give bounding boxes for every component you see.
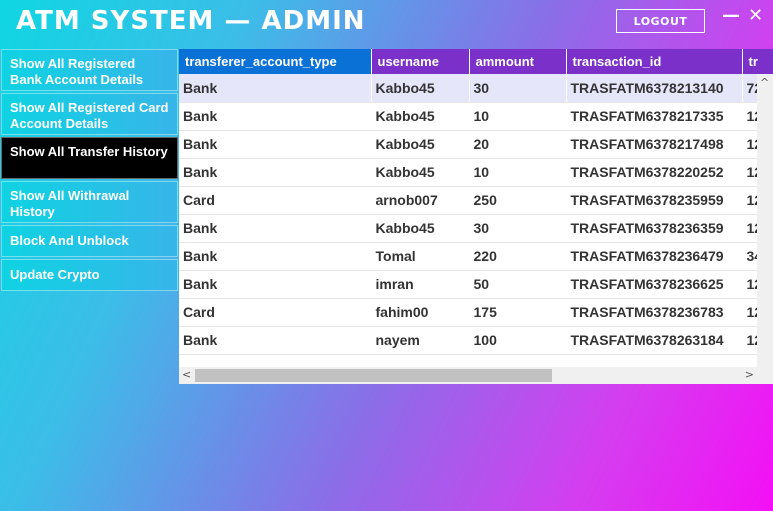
cell-transaction-id[interactable]: TRASFATM6378236359 (566, 214, 743, 243)
cell-transaction-id[interactable]: TRASFATM6378236625 (566, 270, 743, 299)
col-header-more[interactable]: tr (742, 49, 773, 74)
cell-account-type[interactable]: Bank (179, 326, 372, 355)
table-row[interactable]: Bank nayem 100 TRASFATM6378263184 12 (179, 326, 773, 355)
header-row: transferer_account_type username ammount… (179, 49, 773, 74)
cell-amount[interactable]: 100 (469, 326, 567, 355)
sidebar-nav: Show All Registered Bank Account Details… (1, 49, 178, 293)
scroll-corner (757, 367, 773, 384)
horizontal-scrollbar[interactable]: < > (179, 367, 757, 384)
scroll-left-icon[interactable]: < (182, 368, 191, 381)
table-row[interactable]: Card arnob007 250 TRASFATM6378235959 12 (179, 186, 773, 215)
cell-transaction-id[interactable]: TRASFATM6378213140 (566, 74, 743, 103)
cell-transaction-id[interactable]: TRASFATM6378263184 (566, 326, 743, 355)
cell-amount[interactable]: 10 (469, 158, 567, 187)
col-header-username[interactable]: username (371, 49, 470, 74)
cell-amount[interactable]: 30 (469, 214, 567, 243)
app-title: ATM SYSTEM — ADMIN (16, 6, 366, 36)
scroll-up-icon[interactable]: ^ (760, 76, 769, 89)
transfer-table: transferer_account_type username ammount… (179, 49, 773, 355)
cell-transaction-id[interactable]: TRASFATM6378220252 (566, 158, 743, 187)
vertical-scrollbar[interactable]: ^ v (757, 74, 773, 384)
table-row[interactable]: Bank Kabbo45 30 TRASFATM6378236359 12 (179, 214, 773, 243)
nav-card-accounts[interactable]: Show All Registered Card Account Details (1, 93, 178, 135)
nav-withdrawal-history[interactable]: Show All Withrawal History (1, 181, 178, 223)
cell-account-type[interactable]: Bank (179, 74, 372, 103)
table-row[interactable]: Bank Tomal 220 TRASFATM6378236479 34 (179, 242, 773, 271)
cell-username[interactable]: Kabbo45 (371, 130, 470, 159)
cell-username[interactable]: arnob007 (371, 186, 470, 215)
cell-username[interactable]: Kabbo45 (371, 74, 470, 103)
cell-account-type[interactable]: Bank (179, 102, 372, 131)
cell-transaction-id[interactable]: TRASFATM6378236783 (566, 298, 743, 327)
cell-transaction-id[interactable]: TRASFATM6378217498 (566, 130, 743, 159)
cell-account-type[interactable]: Bank (179, 242, 372, 271)
cell-amount[interactable]: 250 (469, 186, 567, 215)
cell-account-type[interactable]: Bank (179, 270, 372, 299)
horizontal-scroll-thumb[interactable] (195, 369, 552, 382)
cell-username[interactable]: nayem (371, 326, 470, 355)
cell-amount[interactable]: 20 (469, 130, 567, 159)
minimize-icon[interactable]: — (722, 6, 740, 26)
table-row[interactable]: Bank imran 50 TRASFATM6378236625 12 (179, 270, 773, 299)
cell-amount[interactable]: 30 (469, 74, 567, 103)
cell-username[interactable]: Kabbo45 (371, 214, 470, 243)
cell-amount[interactable]: 50 (469, 270, 567, 299)
col-header-transaction-id[interactable]: transaction_id (566, 49, 743, 74)
cell-transaction-id[interactable]: TRASFATM6378217335 (566, 102, 743, 131)
cell-account-type[interactable]: Card (179, 298, 372, 327)
cell-username[interactable]: Tomal (371, 242, 470, 271)
nav-transfer-history[interactable]: Show All Transfer History (1, 137, 178, 179)
table-row[interactable]: Bank Kabbo45 10 TRASFATM6378220252 12 (179, 158, 773, 187)
cell-username[interactable]: Kabbo45 (371, 102, 470, 131)
cell-amount[interactable]: 220 (469, 242, 567, 271)
close-icon[interactable]: ✕ (748, 6, 763, 26)
table-row[interactable]: Bank Kabbo45 10 TRASFATM6378217335 12 (179, 102, 773, 131)
nav-update-crypto[interactable]: Update Crypto (1, 259, 178, 291)
cell-transaction-id[interactable]: TRASFATM6378236479 (566, 242, 743, 271)
cell-account-type[interactable]: Bank (179, 130, 372, 159)
scroll-right-icon[interactable]: > (745, 368, 754, 381)
cell-account-type[interactable]: Bank (179, 214, 372, 243)
cell-amount[interactable]: 10 (469, 102, 567, 131)
col-header-amount[interactable]: ammount (469, 49, 567, 74)
cell-transaction-id[interactable]: TRASFATM6378235959 (566, 186, 743, 215)
cell-account-type[interactable]: Card (179, 186, 372, 215)
nav-block-unblock[interactable]: Block And Unblock (1, 225, 178, 257)
cell-amount[interactable]: 175 (469, 298, 567, 327)
table-row[interactable]: Card fahim00 175 TRASFATM6378236783 12 (179, 298, 773, 327)
cell-username[interactable]: imran (371, 270, 470, 299)
table-row[interactable]: Bank Kabbo45 20 TRASFATM6378217498 12 (179, 130, 773, 159)
col-header-account-type[interactable]: transferer_account_type (179, 49, 372, 74)
logout-button[interactable]: LOGOUT (616, 9, 705, 33)
table-row[interactable]: Bank Kabbo45 30 TRASFATM6378213140 72 (179, 74, 773, 103)
cell-username[interactable]: fahim00 (371, 298, 470, 327)
cell-username[interactable]: Kabbo45 (371, 158, 470, 187)
nav-bank-accounts[interactable]: Show All Registered Bank Account Details (1, 49, 178, 91)
transfer-history-grid[interactable]: transferer_account_type username ammount… (179, 49, 773, 384)
cell-account-type[interactable]: Bank (179, 158, 372, 187)
